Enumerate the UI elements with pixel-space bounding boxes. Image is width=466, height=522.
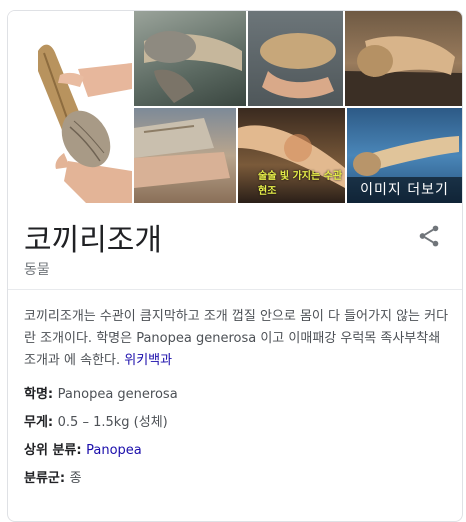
image-gallery: 술술 빛 가지는 수관 현조 이미지 더보기 (8, 11, 462, 203)
fact-value: 0.5 – 1.5kg (성체) (57, 415, 168, 430)
fact-weight: 무게: 0.5 – 1.5kg (성체) (24, 415, 168, 430)
divider (8, 289, 462, 290)
wikipedia-link[interactable]: 위키백과 (124, 353, 172, 368)
fact-scientific-name: 학명: Panopea generosa (24, 387, 178, 402)
fact-value: Panopea generosa (57, 387, 178, 402)
siphon-closeup-photo (345, 36, 462, 106)
gallery-image-5[interactable]: 술술 빛 가지는 수관 현조 (238, 108, 345, 203)
fact-parent-taxon: 상위 분류: Panopea (24, 443, 142, 458)
fact-rank: 분류군: 종 (24, 471, 82, 486)
parent-taxon-link[interactable]: Panopea (86, 443, 142, 458)
more-images-tile[interactable]: 이미지 더보기 (347, 108, 462, 203)
fact-label: 학명 (24, 387, 48, 402)
gallery-image-1[interactable] (134, 11, 246, 106)
share-button[interactable] (416, 223, 442, 249)
share-icon (419, 225, 439, 247)
knowledge-panel: 술술 빛 가지는 수관 현조 이미지 더보기 코끼리조개 동물 코끼리조개는 수… (7, 10, 463, 522)
entity-description: 코끼리조개는 수관이 큼지막하고 조개 껍질 안으로 몸이 다 들어가지 않는 … (24, 306, 452, 372)
fact-label: 상위 분류 (24, 443, 77, 458)
gallery-image-2[interactable] (248, 11, 343, 106)
description-text: 코끼리조개는 수관이 큼지막하고 조개 껍질 안으로 몸이 다 들어가지 않는 … (24, 309, 449, 368)
entity-subtitle: 동물 (24, 262, 50, 278)
fact-value: 종 (69, 471, 82, 486)
geoduck-photo (8, 11, 132, 203)
tile-caption: 술술 빛 가지는 수관 현조 (258, 171, 343, 197)
main-image[interactable] (8, 11, 132, 203)
geoduck-in-hand-photo (134, 118, 230, 188)
more-images-label[interactable]: 이미지 더보기 (347, 179, 462, 199)
elephant-geoduck-photo (144, 31, 242, 103)
gallery-image-3[interactable] (345, 11, 462, 106)
gallery-image-4[interactable] (134, 108, 236, 203)
entity-title: 코끼리조개 (24, 223, 162, 258)
holding-clam-photo (260, 33, 336, 99)
fact-label: 분류군 (24, 471, 60, 486)
fact-label: 무게 (24, 415, 48, 430)
